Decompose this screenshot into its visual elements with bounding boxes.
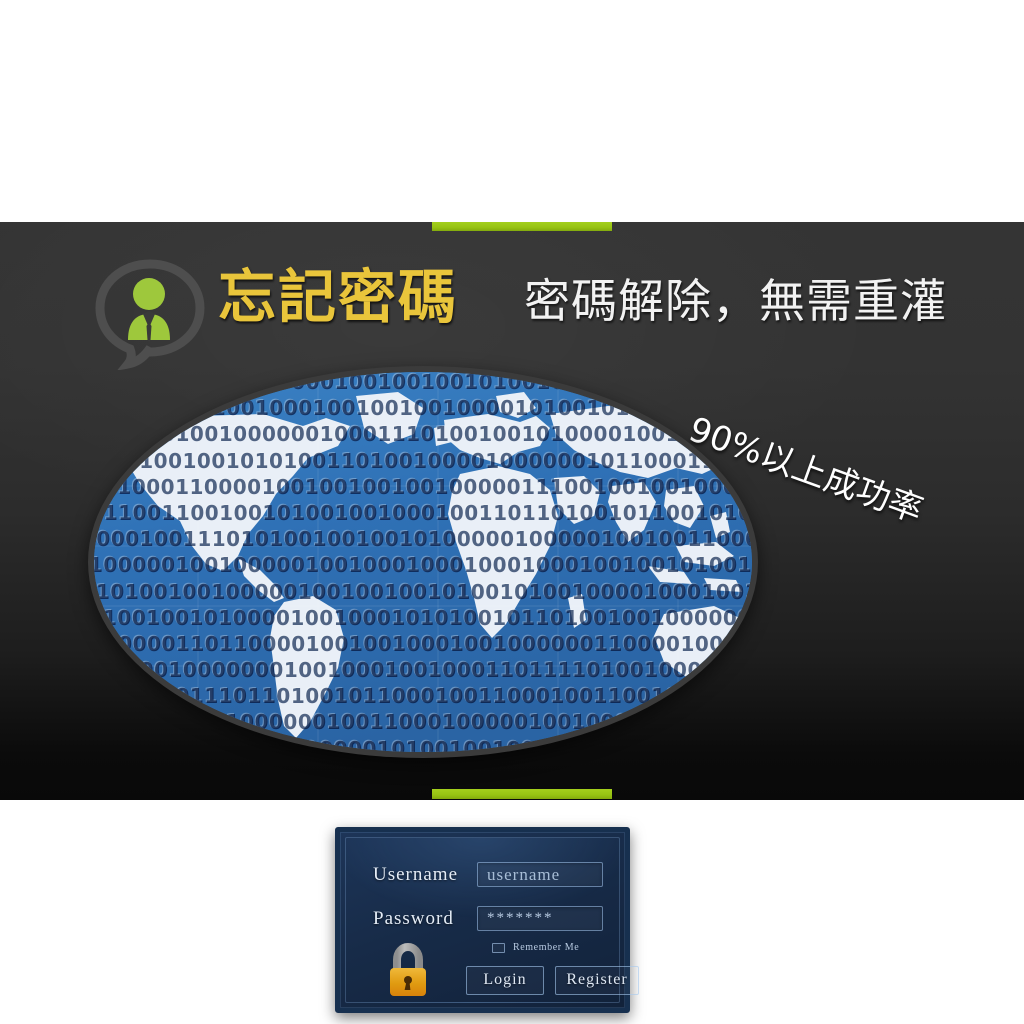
binary-row: 1010010010000010010010010100101001000010… (96, 579, 758, 604)
slide-canvas: 忘記密碼 密碼解除，無需重灌 90%以上成功率 0001010011000100… (0, 0, 1024, 1024)
login-panel: Username username Password ******* Remem… (335, 827, 639, 1013)
page-title: 忘記密碼 (218, 263, 459, 331)
binary-row: 0111001100100101001001000100110110100101… (88, 500, 758, 525)
binary-row: 1000100111010100100100101000001000001001… (88, 527, 758, 552)
password-input[interactable]: ******* (477, 906, 603, 931)
world-map-ellipse: 0001010011000100001001001001010010000010… (88, 366, 758, 1013)
password-row: Password ******* (373, 906, 603, 931)
binary-row: 1000000110110000100100100010010000001100… (88, 631, 758, 656)
login-button[interactable]: Login (466, 966, 544, 995)
password-value: ******* (487, 910, 554, 926)
binary-row: 0001100111011010010110001001100010011001… (89, 684, 758, 709)
binary-row: 1001101001000000100011101001001010000100… (89, 422, 758, 447)
binary-row: 0001010011000100001001001001010010000010… (88, 370, 758, 394)
password-label: Password (373, 907, 454, 929)
username-placeholder: username (487, 864, 561, 884)
remember-me-checkbox[interactable] (492, 942, 505, 953)
globe-inner: 0001010011000100001001001001010010000010… (88, 370, 758, 758)
binary-row: 1001001001010100110100100001000000101100… (96, 448, 758, 473)
register-button[interactable]: Register (555, 966, 639, 995)
binary-row: 1100011000010010010010010000011100100100… (103, 474, 758, 499)
binary-row: 1001000001001000100100100100001010010100… (88, 396, 758, 421)
remember-me-row[interactable]: Remember Me (492, 942, 579, 953)
username-label: Username (373, 863, 459, 885)
login-button-row: Login Register (466, 966, 639, 995)
binary-row: 1001001010000100100010101001011010010010… (103, 605, 758, 630)
binary-row: 0001001000000010010001001000110111101001… (88, 658, 758, 683)
remember-me-label: Remember Me (513, 942, 580, 953)
accent-bar-bottom (432, 789, 612, 799)
binary-row: 1000100001001000000101001001000001001000… (103, 736, 758, 758)
accent-bar-top (432, 222, 612, 231)
padlock-icon (386, 942, 430, 1000)
person-in-speech-bubble-icon (92, 258, 208, 370)
page-subtitle: 密碼解除，無需重灌 (524, 274, 947, 328)
username-input[interactable]: username (477, 862, 603, 887)
banner-header: 忘記密碼 密碼解除，無需重灌 (0, 250, 1024, 370)
username-row: Username username (373, 862, 603, 887)
globe-ellipse-frame: 0001010011000100001001001001010010000010… (88, 366, 758, 758)
binary-row: 1000001001000001001000100010001000100100… (89, 553, 758, 578)
binary-overlay-dark: 0001010011000100001001001001010010000010… (88, 370, 758, 758)
binary-row: 1101000001000000100110001000001001000000… (96, 710, 758, 735)
